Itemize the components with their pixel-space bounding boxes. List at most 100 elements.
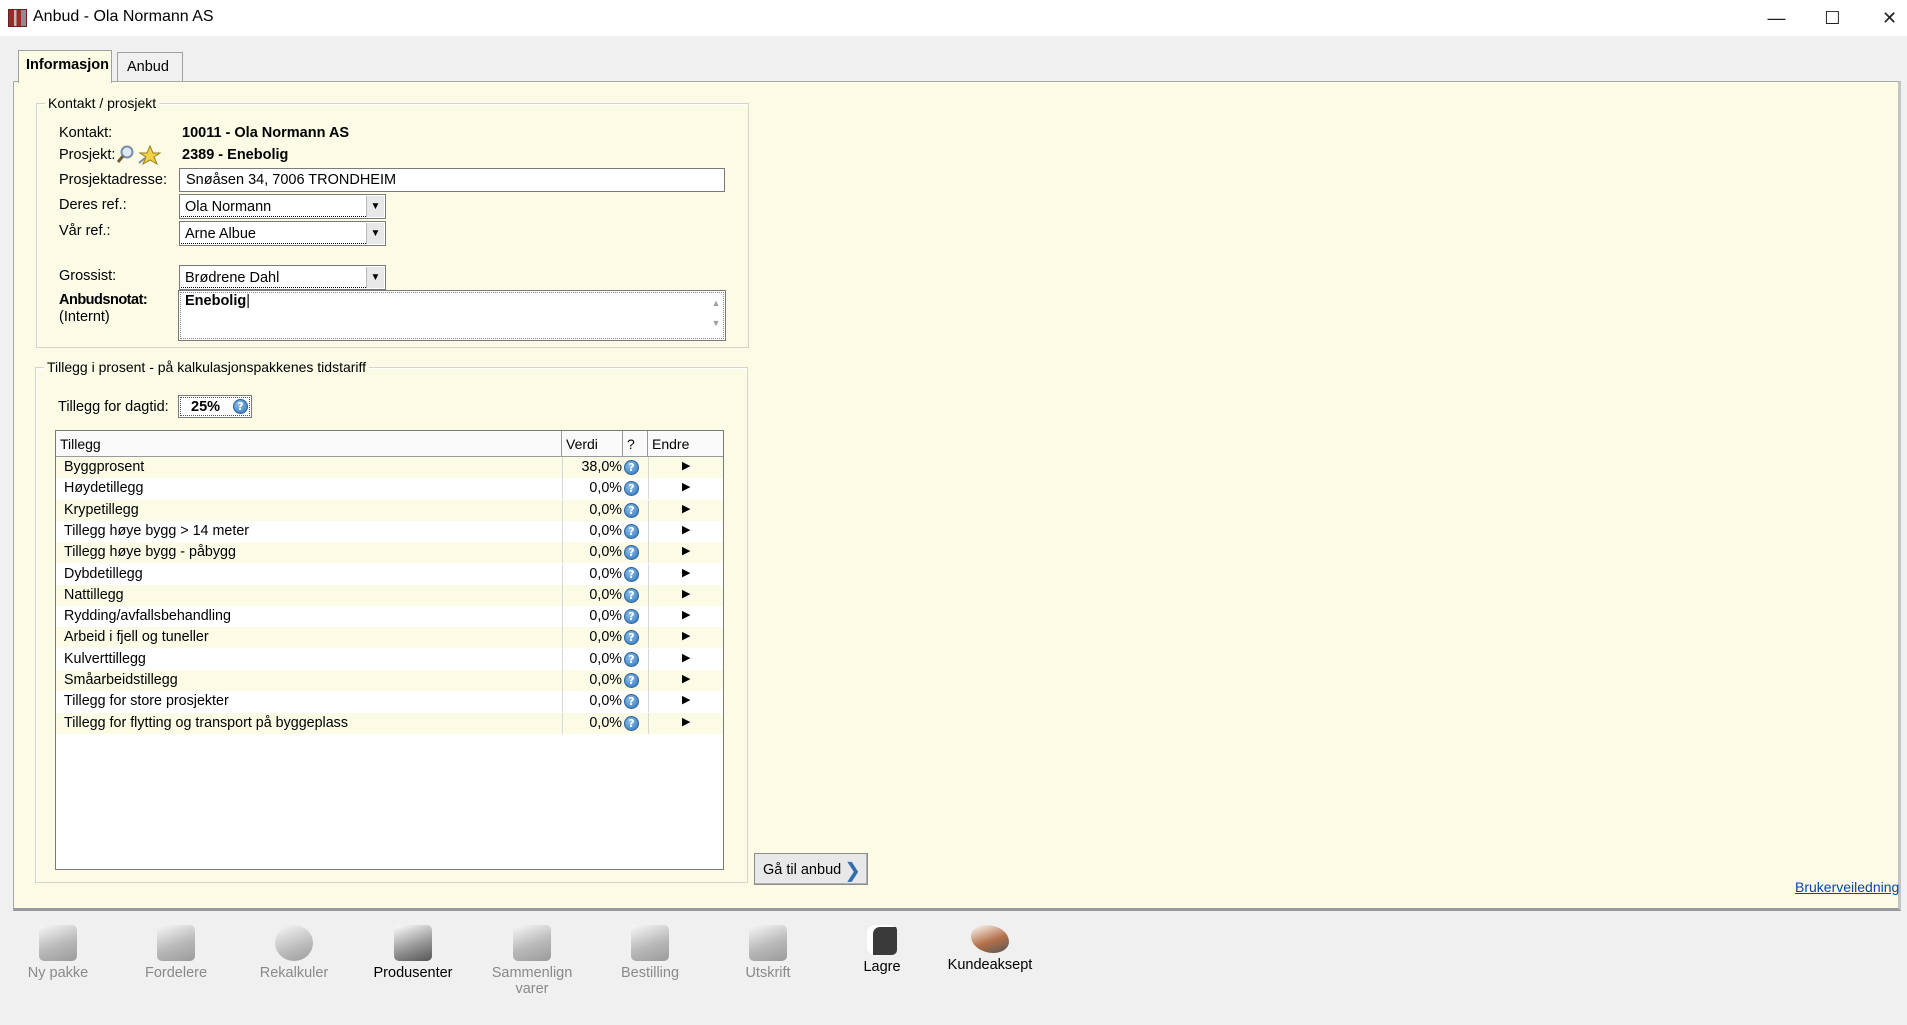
toolbar-button-order[interactable]: Bestilling	[600, 925, 700, 981]
help-icon[interactable]: ?	[624, 481, 639, 497]
table-row[interactable]: Småarbeidstillegg 0,0%? ▶	[56, 670, 723, 691]
tillegg-value: 38,0%	[581, 459, 622, 475]
table-row[interactable]: Kulverttillegg 0,0%? ▶	[56, 648, 723, 670]
table-row[interactable]: Tillegg høye bygg - påbygg 0,0%? ▶	[56, 542, 723, 564]
table-row[interactable]: Høydetillegg 0,0%? ▶	[56, 478, 723, 500]
help-icon[interactable]: ?	[624, 715, 639, 731]
toolbar-button-printer[interactable]: Utskrift	[718, 925, 818, 981]
chevron-down-icon[interactable]: ▼	[366, 223, 384, 244]
table-row[interactable]: Krypetillegg 0,0%? ▶	[56, 499, 723, 521]
var-ref-select[interactable]: Arne Albue ▼	[179, 221, 386, 246]
tillegg-table: Tillegg Verdi ? Endre Byggprosent 38,0%? ▶…	[55, 430, 724, 870]
help-icon[interactable]: ?	[624, 651, 639, 667]
table-row[interactable]: Tillegg for flytting og transport på byg…	[56, 712, 723, 734]
grossist-select[interactable]: Brødrene Dahl ▼	[179, 265, 386, 290]
dagtid-label: Tillegg for dagtid:	[58, 399, 169, 415]
table-row[interactable]: Nattillegg 0,0%? ▶	[56, 584, 723, 606]
tillegg-name: Tillegg for flytting og transport på byg…	[64, 714, 348, 731]
column-header-tillegg[interactable]: Tillegg	[56, 431, 562, 457]
prosjektadresse-label: Prosjektadresse:	[59, 172, 167, 188]
help-icon[interactable]: ?	[624, 694, 639, 710]
maximize-button[interactable]: ☐	[1804, 0, 1861, 36]
grossist-value: Brødrene Dahl	[185, 270, 280, 286]
toolbar-button-scales[interactable]: Sammenlign varer	[482, 925, 582, 997]
deres-ref-label: Deres ref.:	[59, 197, 127, 213]
minimize-button[interactable]: —	[1748, 0, 1805, 36]
column-header-help[interactable]: ?	[623, 431, 648, 457]
help-icon[interactable]: ?	[624, 673, 639, 688]
help-icon[interactable]: ?	[624, 587, 639, 603]
tillegg-name: Kulverttillegg	[64, 650, 146, 667]
toolbar-button-package[interactable]: Ny pakke	[8, 925, 108, 981]
printer-icon	[749, 925, 787, 961]
edit-arrow-icon[interactable]: ▶	[682, 693, 690, 706]
prosjektadresse-field[interactable]: Snøåsen 34, 7006 TRONDHEIM	[179, 168, 725, 192]
table-row[interactable]: Tillegg for store prosjekter 0,0%? ▶	[56, 691, 723, 713]
table-row[interactable]: Byggprosent 38,0%? ▶	[56, 457, 723, 478]
goto-anbud-label: Gå til anbud	[763, 862, 842, 878]
prosjekt-value: 2389 - Enebolig	[182, 147, 289, 163]
tillegg-name: Høydetillegg	[64, 480, 144, 497]
anbudsnotat-textarea[interactable]: Enebolig| ▲ ▼	[178, 290, 726, 341]
tillegg-value: 0,0%	[589, 586, 622, 603]
help-icon[interactable]: ?	[624, 630, 639, 646]
edit-arrow-icon[interactable]: ▶	[682, 566, 690, 579]
table-row[interactable]: Arbeid i fjell og tuneller 0,0%? ▶	[56, 627, 723, 649]
help-icon[interactable]: ?	[624, 566, 639, 582]
tillegg-legend: Tillegg i prosent - på kalkulasjonspakke…	[44, 359, 370, 375]
column-header-endre[interactable]: Endre	[648, 431, 723, 457]
help-icon[interactable]: ?	[624, 460, 639, 475]
tillegg-name: Småarbeidstillegg	[64, 672, 178, 688]
edit-arrow-icon[interactable]: ▶	[682, 587, 690, 600]
toolbar-button-distributor[interactable]: Fordelere	[126, 925, 226, 981]
edit-arrow-icon[interactable]: ▶	[682, 651, 690, 664]
edit-arrow-icon[interactable]: ▶	[682, 544, 690, 557]
scales-icon	[513, 925, 551, 961]
help-icon[interactable]: ?	[233, 399, 248, 414]
toolbar-button-recalculate[interactable]: Rekalkuler	[244, 925, 344, 981]
tillegg-value: 0,0%	[589, 544, 622, 561]
search-project-icon[interactable]	[117, 144, 161, 166]
goto-anbud-button[interactable]: Gå til anbud ❯	[754, 853, 868, 885]
table-row[interactable]: Rydding/avfallsbehandling 0,0%? ▶	[56, 606, 723, 628]
close-button[interactable]: ✕	[1861, 0, 1907, 36]
tillegg-value: 0,0%	[589, 608, 622, 625]
help-link[interactable]: Brukerveiledning	[1795, 879, 1899, 895]
tillegg-value: 0,0%	[589, 714, 622, 731]
handshake-icon	[971, 925, 1009, 953]
help-icon[interactable]: ?	[624, 545, 639, 561]
edit-arrow-icon[interactable]: ▶	[682, 459, 690, 472]
table-row[interactable]: Tillegg høye bygg > 14 meter 0,0%? ▶	[56, 520, 723, 542]
deres-ref-value: Ola Normann	[185, 199, 272, 215]
prosjekt-label: Prosjekt:	[59, 147, 116, 163]
dagtid-field[interactable]: 25% ?	[178, 395, 252, 418]
edit-arrow-icon[interactable]: ▶	[682, 672, 690, 685]
edit-arrow-icon[interactable]: ▶	[682, 629, 690, 642]
tillegg-value: 0,0%	[589, 522, 622, 539]
help-icon[interactable]: ?	[624, 502, 639, 518]
toolbar-button-save[interactable]: Lagre	[832, 925, 932, 975]
edit-arrow-icon[interactable]: ▶	[682, 480, 690, 493]
package-icon	[39, 925, 77, 961]
edit-arrow-icon[interactable]: ▶	[682, 715, 690, 728]
edit-arrow-icon[interactable]: ▶	[682, 608, 690, 621]
table-row[interactable]: Dybdetillegg 0,0%? ▶	[56, 563, 723, 585]
column-header-verdi[interactable]: Verdi	[562, 431, 623, 457]
edit-arrow-icon[interactable]: ▶	[682, 502, 690, 515]
edit-arrow-icon[interactable]: ▶	[682, 523, 690, 536]
textarea-scrollbar[interactable]: ▲ ▼	[709, 293, 723, 338]
toolbar-button-producers[interactable]: Produsenter	[363, 925, 463, 981]
chevron-down-icon[interactable]: ▼	[366, 196, 384, 217]
help-icon[interactable]: ?	[624, 523, 639, 539]
tab-informasjon[interactable]: Informasjon	[18, 50, 112, 83]
help-icon[interactable]: ?	[624, 609, 639, 625]
deres-ref-select[interactable]: Ola Normann ▼	[179, 194, 386, 219]
tab-anbud[interactable]: Anbud	[117, 52, 183, 82]
window-title: Anbud - Ola Normann AS	[33, 8, 214, 25]
order-icon	[631, 925, 669, 961]
toolbar-button-handshake[interactable]: Kundeaksept	[940, 925, 1040, 973]
chevron-down-icon[interactable]: ▼	[366, 267, 384, 288]
kontakt-value: 10011 - Ola Normann AS	[182, 125, 350, 141]
recalculate-icon	[275, 925, 313, 961]
tillegg-name: Byggprosent	[64, 459, 145, 475]
